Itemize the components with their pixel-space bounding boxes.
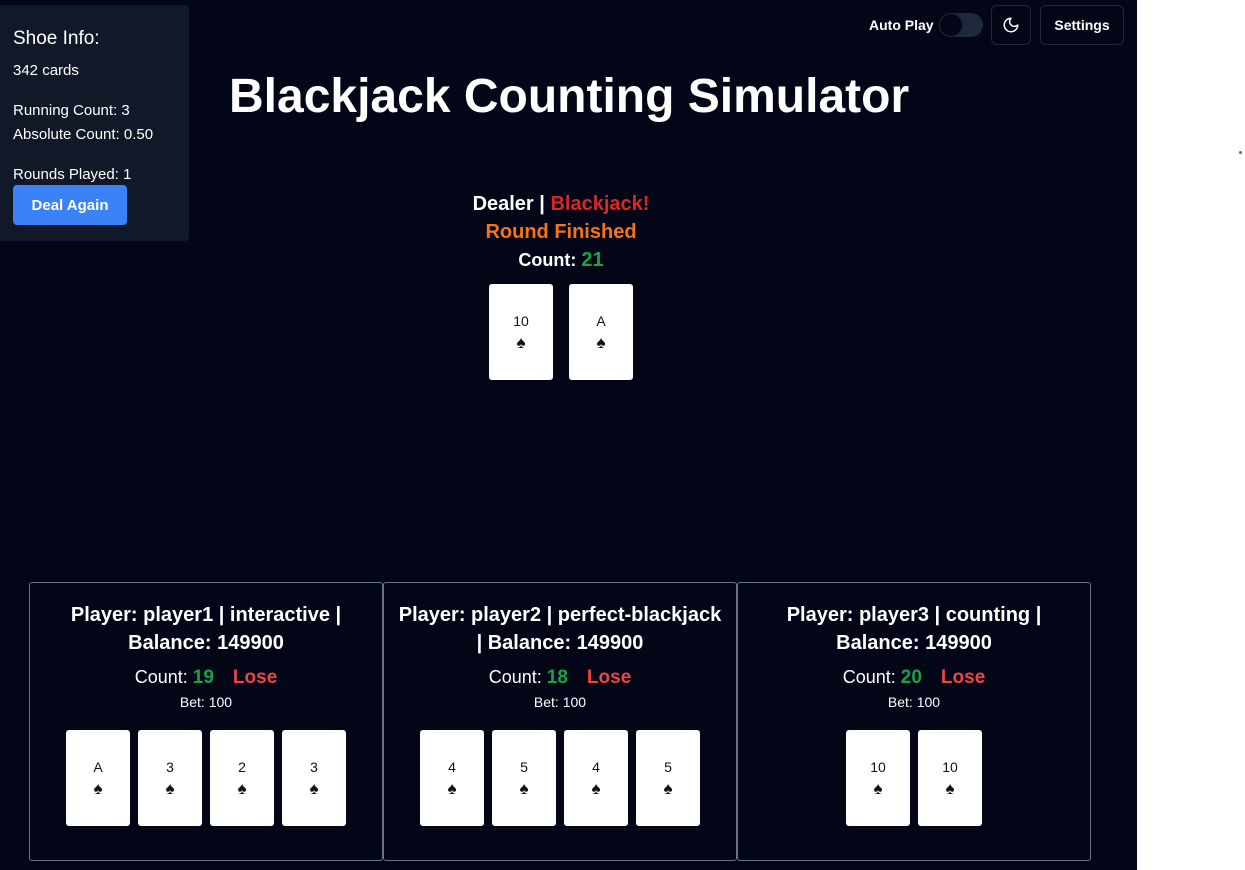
spade-icon: ♠ (873, 779, 883, 798)
player-title: Player: player3 | counting | Balance: 14… (786, 604, 1042, 654)
dealer-separator: | (539, 193, 545, 215)
absolute-count: Absolute Count: 0.50 (13, 126, 154, 143)
card-rank: 5 (664, 759, 672, 775)
playing-card: 4 ♠ (564, 730, 628, 826)
card-rank: 10 (513, 313, 529, 329)
dealer-area: Dealer | Blackjack! Round Finished Count… (411, 190, 711, 380)
dealer-cards: 10 ♠ A ♠ (411, 284, 711, 380)
player-cards: A ♠ 3 ♠ 2 ♠ 3 ♠ (30, 730, 382, 826)
dealer-result: Blackjack! (550, 193, 650, 215)
spade-icon: ♠ (309, 779, 319, 798)
playing-card: 5 ♠ (636, 730, 700, 826)
spade-icon: ♠ (663, 779, 673, 798)
auto-play-toggle[interactable] (939, 13, 983, 37)
playing-card: 3 ♠ (282, 730, 346, 826)
card-rank: 4 (592, 759, 600, 775)
spade-icon: ♠ (93, 779, 103, 798)
dealer-label: Dealer (472, 193, 534, 215)
app-root: Shoe Info: 342 cards Running Count: 3 Ab… (0, 0, 1137, 870)
playing-card: 4 ♠ (420, 730, 484, 826)
player-bet: Bet: 100 (179, 694, 233, 710)
playing-card: 2 ♠ (210, 730, 274, 826)
playing-card: 10 ♠ (846, 730, 910, 826)
stray-dot (1239, 151, 1242, 154)
playing-card: A ♠ (66, 730, 130, 826)
spade-icon: ♠ (165, 779, 175, 798)
dealer-count-label: Count: (518, 250, 577, 270)
playing-card: 5 ♠ (492, 730, 556, 826)
spade-icon: ♠ (596, 333, 606, 352)
spade-icon: ♠ (447, 779, 457, 798)
settings-button[interactable]: Settings (1040, 5, 1124, 45)
shoe-info-panel: Shoe Info: 342 cards Running Count: 3 Ab… (0, 5, 189, 241)
player-bet: Bet: 100 (533, 694, 587, 710)
dealer-count-value: 21 (581, 249, 604, 271)
player-result: Lose (586, 667, 632, 688)
player-title: Player: player2 | perfect-blackjack | Ba… (398, 604, 722, 654)
card-rank: 10 (870, 759, 886, 775)
player-count-label: Count: (488, 667, 542, 687)
player-count-value: 19 (192, 667, 214, 688)
player-status: Count: 19 Lose (30, 665, 382, 690)
card-rank: A (596, 313, 606, 329)
card-rank: 5 (520, 759, 528, 775)
player-panel-player2: Player: player2 | perfect-blackjack | Ba… (383, 582, 737, 861)
player-result: Lose (940, 667, 986, 688)
deal-again-button[interactable]: Deal Again (13, 185, 127, 225)
shoe-card-count: 342 cards (13, 62, 79, 79)
shoe-info-title: Shoe Info: (13, 28, 100, 49)
player-count-label: Count: (134, 667, 188, 687)
player-status: Count: 20 Lose (738, 665, 1090, 690)
spade-icon: ♠ (519, 779, 529, 798)
dealer-header: Dealer | Blackjack! (411, 190, 711, 218)
spade-icon: ♠ (591, 779, 601, 798)
player-count-value: 18 (546, 667, 568, 688)
player-cards: 4 ♠ 5 ♠ 4 ♠ 5 ♠ (384, 730, 736, 826)
playing-card: 3 ♠ (138, 730, 202, 826)
auto-play-label: Auto Play (869, 17, 934, 33)
player-count-value: 20 (900, 667, 922, 688)
theme-toggle-button[interactable] (991, 5, 1031, 45)
dealer-count: Count: 21 (411, 246, 711, 274)
card-rank: 4 (448, 759, 456, 775)
player-status: Count: 18 Lose (384, 665, 736, 690)
playing-card: A ♠ (569, 284, 633, 380)
player-bet: Bet: 100 (887, 694, 941, 710)
rounds-played: Rounds Played: 1 (13, 166, 132, 183)
running-count: Running Count: 3 (13, 102, 130, 119)
player-title: Player: player1 | interactive | Balance:… (70, 604, 342, 654)
player-result: Lose (232, 667, 278, 688)
player-cards: 10 ♠ 10 ♠ (738, 730, 1090, 826)
player-count-label: Count: (842, 667, 896, 687)
card-rank: 3 (166, 759, 174, 775)
spade-icon: ♠ (237, 779, 247, 798)
card-rank: A (93, 759, 103, 775)
playing-card: 10 ♠ (489, 284, 553, 380)
spade-icon: ♠ (945, 779, 955, 798)
page-title: Blackjack Counting Simulator (229, 70, 910, 123)
card-rank: 2 (238, 759, 246, 775)
toggle-knob (939, 13, 963, 37)
player-panel-player3: Player: player3 | counting | Balance: 14… (737, 582, 1091, 861)
moon-icon (1003, 17, 1019, 33)
card-rank: 3 (310, 759, 318, 775)
spade-icon: ♠ (516, 333, 526, 352)
card-rank: 10 (942, 759, 958, 775)
playing-card: 10 ♠ (918, 730, 982, 826)
player-panel-player1: Player: player1 | interactive | Balance:… (29, 582, 383, 861)
round-status: Round Finished (485, 221, 637, 243)
